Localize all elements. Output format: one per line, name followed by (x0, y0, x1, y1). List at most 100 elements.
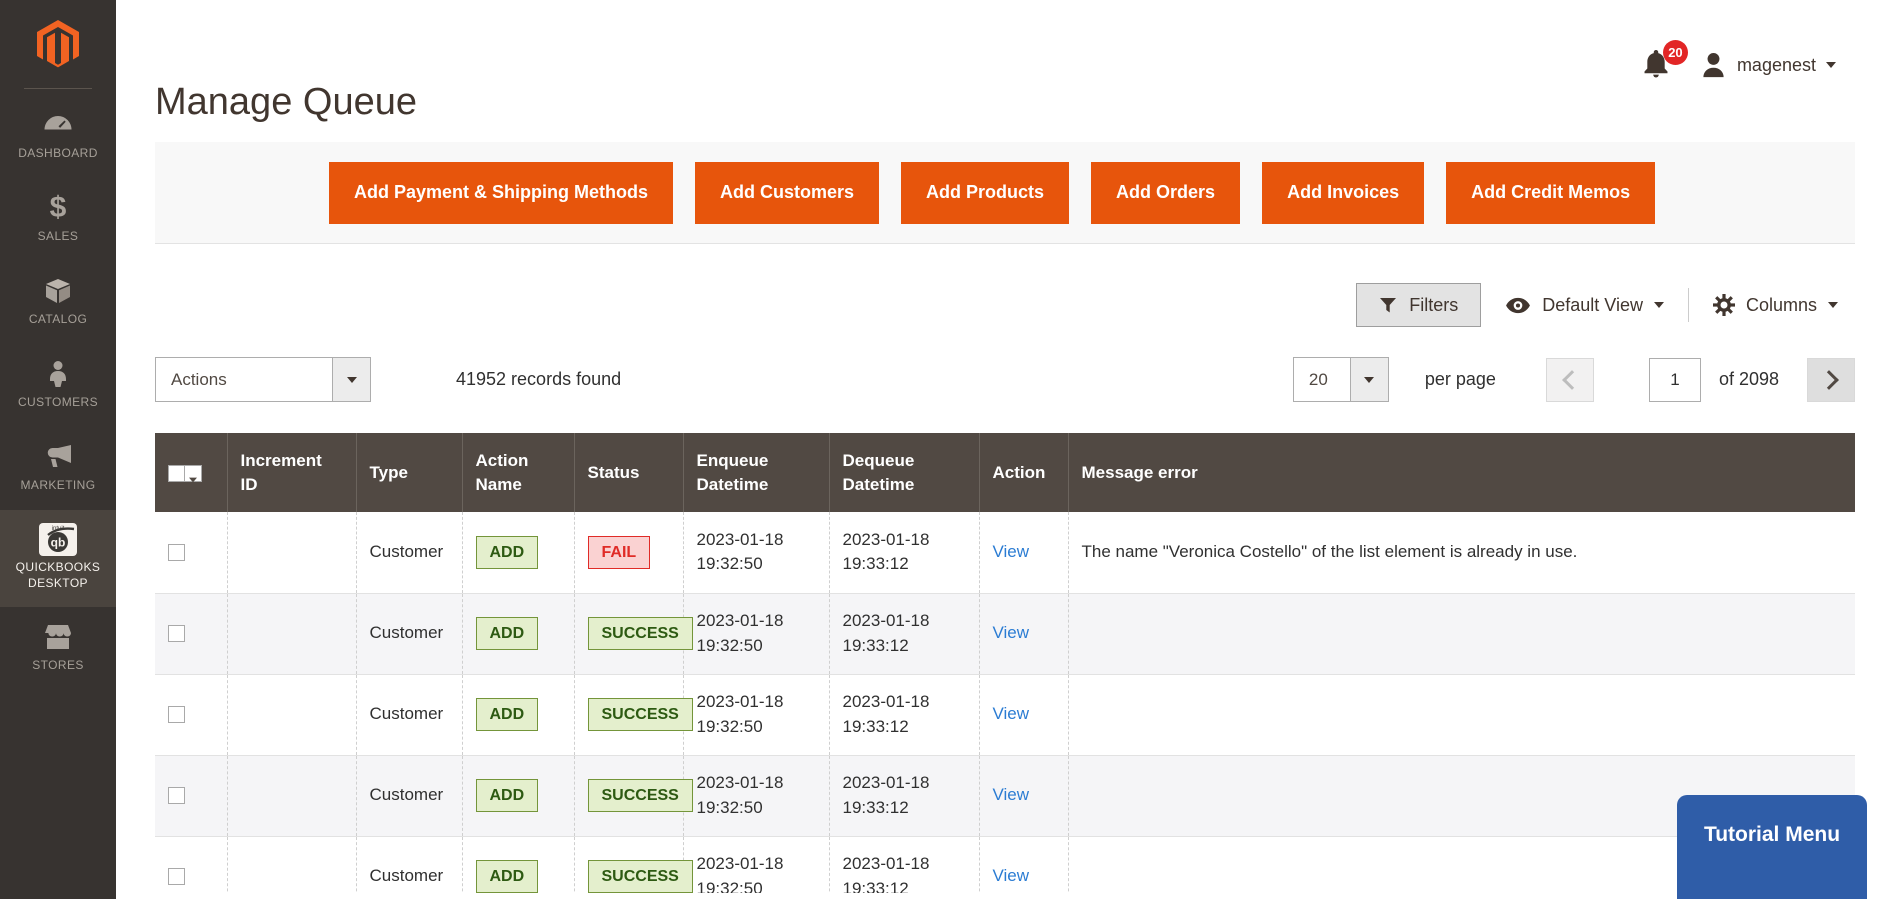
row-checkbox[interactable] (168, 544, 185, 561)
cell-dequeue-datetime: 2023-01-18 19:33:12 (829, 674, 979, 755)
column-header-message-error[interactable]: Message error (1068, 433, 1855, 512)
user-icon (1700, 52, 1727, 78)
column-header-status[interactable]: Status (574, 433, 683, 512)
table-row: Customer ADD FAIL 2023-01-18 19:32:50 20… (155, 512, 1855, 593)
cell-increment-id (227, 674, 356, 755)
sidebar-item-dashboard[interactable]: DASHBOARD (0, 95, 116, 178)
magento-logo-icon (32, 18, 84, 70)
cell-increment-id (227, 755, 356, 836)
next-page-button[interactable] (1807, 358, 1855, 402)
view-link[interactable]: View (993, 866, 1030, 885)
sidebar-item-catalog[interactable]: CATALOG (0, 261, 116, 344)
cell-type: Customer (356, 674, 462, 755)
column-header-dequeue-datetime[interactable]: Dequeue Datetime (829, 433, 979, 512)
previous-page-button[interactable] (1546, 358, 1594, 402)
tutorial-menu-button[interactable]: Tutorial Menu (1677, 795, 1867, 899)
current-page-input[interactable] (1649, 358, 1701, 402)
sidebar-divider (24, 88, 92, 89)
tutorial-menu-label: Tutorial Menu (1704, 823, 1840, 899)
columns-label: Columns (1746, 295, 1817, 316)
gear-icon (1713, 294, 1735, 316)
filter-funnel-icon (1379, 297, 1397, 313)
cell-enqueue-datetime: 2023-01-18 19:32:50 (683, 674, 829, 755)
cell-enqueue-datetime: 2023-01-18 19:32:50 (683, 836, 829, 893)
sidebar-item-marketing[interactable]: MARKETING (0, 427, 116, 510)
customers-icon (46, 360, 70, 388)
filters-label: Filters (1409, 295, 1458, 316)
notification-count-badge: 20 (1663, 40, 1688, 65)
column-header-action[interactable]: Action (979, 433, 1068, 512)
view-link[interactable]: View (993, 542, 1030, 561)
sidebar: DASHBOARD $ SALES CATALOG CUSTOMERS MARK… (0, 0, 116, 899)
sidebar-item-label: MARKETING (18, 478, 99, 494)
per-page-select[interactable]: 20 (1293, 357, 1389, 402)
table-row: Customer ADD SUCCESS 2023-01-18 19:32:50… (155, 674, 1855, 755)
select-all-dropdown[interactable] (185, 465, 202, 482)
status-badge: SUCCESS (588, 617, 693, 650)
cell-message-error (1068, 593, 1855, 674)
add-customers-button[interactable]: Add Customers (695, 162, 879, 224)
per-page-label: per page (1425, 369, 1496, 390)
select-caret (332, 358, 370, 401)
username: magenest (1737, 55, 1816, 76)
row-checkbox[interactable] (168, 787, 185, 804)
pagination: 20 per page of 2098 (1293, 357, 1855, 402)
dashboard-icon (43, 111, 73, 139)
actions-select[interactable]: Actions (155, 357, 371, 402)
chevron-right-icon (1819, 370, 1839, 390)
add-products-button[interactable]: Add Products (901, 162, 1069, 224)
table-row: Customer ADD SUCCESS 2023-01-18 19:32:50… (155, 836, 1855, 893)
chevron-down-icon (1828, 302, 1838, 308)
cell-increment-id (227, 593, 356, 674)
sidebar-item-label: DASHBOARD (15, 146, 101, 162)
cell-increment-id (227, 836, 356, 893)
per-page-value: 20 (1294, 358, 1350, 401)
grid-toolbar: Actions 41952 records found 20 per page … (155, 357, 1855, 402)
cell-enqueue-datetime: 2023-01-18 19:32:50 (683, 755, 829, 836)
add-orders-button[interactable]: Add Orders (1091, 162, 1240, 224)
column-header-action-name[interactable]: Action Name (462, 433, 574, 512)
select-all-checkbox[interactable] (168, 465, 185, 482)
add-payment-shipping-methods-button[interactable]: Add Payment & Shipping Methods (329, 162, 673, 224)
stores-icon (44, 623, 72, 651)
notifications-button[interactable]: 20 (1642, 50, 1672, 80)
svg-text:qb: qb (51, 536, 66, 550)
sidebar-item-quickbooks-desktop[interactable]: intuitqb QUICKBOOKS DESKTOP (0, 510, 116, 607)
row-checkbox[interactable] (168, 706, 185, 723)
view-label: Default View (1542, 295, 1643, 316)
cell-message-error: The name "Veronica Costello" of the list… (1068, 512, 1855, 593)
add-credit-memos-button[interactable]: Add Credit Memos (1446, 162, 1655, 224)
column-header-type[interactable]: Type (356, 433, 462, 512)
sidebar-item-label: CATALOG (26, 312, 90, 328)
view-link[interactable]: View (993, 785, 1030, 804)
cell-enqueue-datetime: 2023-01-18 19:32:50 (683, 512, 829, 593)
filters-button[interactable]: Filters (1356, 283, 1481, 327)
sidebar-item-customers[interactable]: CUSTOMERS (0, 344, 116, 427)
status-badge: FAIL (588, 536, 651, 569)
magento-logo[interactable] (0, 0, 116, 88)
cell-increment-id (227, 512, 356, 593)
cell-type: Customer (356, 512, 462, 593)
sidebar-item-sales[interactable]: $ SALES (0, 178, 116, 261)
action-name-badge: ADD (476, 536, 539, 569)
column-header-enqueue-datetime[interactable]: Enqueue Datetime (683, 433, 829, 512)
row-checkbox[interactable] (168, 868, 185, 885)
view-selector[interactable]: Default View (1505, 295, 1664, 316)
add-invoices-button[interactable]: Add Invoices (1262, 162, 1424, 224)
cell-dequeue-datetime: 2023-01-18 19:33:12 (829, 755, 979, 836)
view-link[interactable]: View (993, 704, 1030, 723)
action-name-badge: ADD (476, 617, 539, 650)
row-checkbox[interactable] (168, 625, 185, 642)
columns-selector[interactable]: Columns (1713, 294, 1838, 316)
view-link[interactable]: View (993, 623, 1030, 642)
column-header-increment-id[interactable]: Increment ID (227, 433, 356, 512)
eye-icon (1505, 297, 1531, 314)
sidebar-item-label: SALES (35, 229, 82, 245)
quickbooks-icon: intuitqb (38, 525, 78, 553)
cell-message-error (1068, 674, 1855, 755)
sidebar-item-label: CUSTOMERS (15, 395, 101, 411)
action-name-badge: ADD (476, 860, 539, 893)
account-menu-button[interactable]: magenest (1700, 52, 1836, 78)
select-caret (1350, 358, 1388, 401)
sidebar-item-stores[interactable]: STORES (0, 607, 116, 690)
